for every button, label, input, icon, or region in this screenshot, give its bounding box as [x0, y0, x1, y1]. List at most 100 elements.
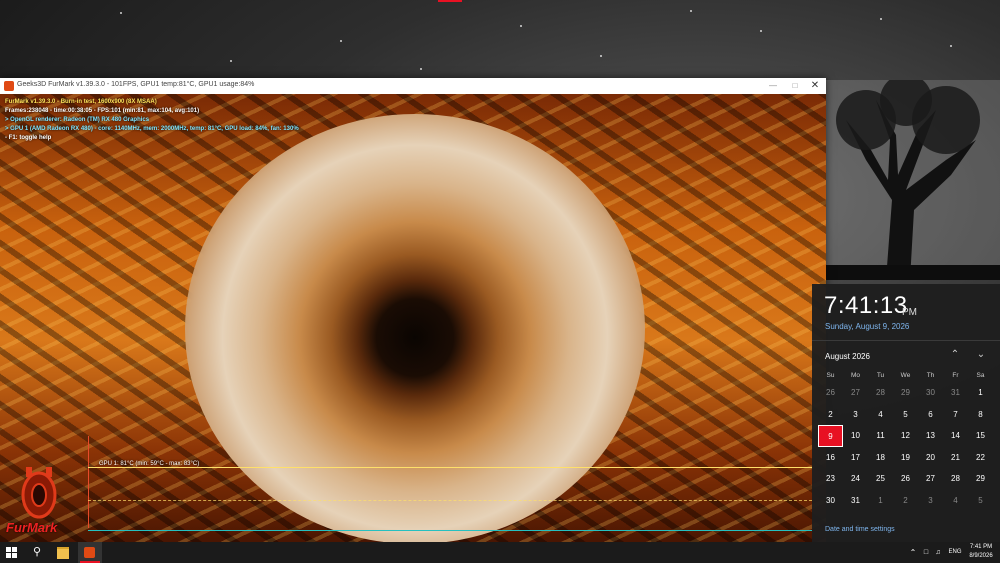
volume-icon[interactable]: ♫	[933, 542, 943, 563]
furmark-window[interactable]: Geeks3D FurMark v1.39.3.0 - 101FPS, GPU1…	[0, 78, 826, 542]
hud-help-line: - F1: toggle help	[5, 135, 52, 141]
temperature-graph-line	[88, 467, 812, 468]
calendar-week-row: 23 24 25 26 27 28 29	[818, 468, 993, 490]
calendar-day-today[interactable]: 9	[818, 425, 843, 447]
weekday-label: Sa	[976, 372, 985, 379]
furmark-taskbar-icon	[84, 547, 95, 558]
calendar-day[interactable]: 21	[943, 447, 968, 469]
show-hidden-icons-chevron-up-icon[interactable]: ⌃	[908, 542, 918, 563]
clock-calendar-flyout: 7:41:13 PM Sunday, August 9, 2026 August…	[812, 284, 1000, 542]
calendar-day[interactable]: 16	[818, 447, 843, 469]
flyout-divider	[812, 340, 1000, 341]
file-explorer-icon[interactable]	[57, 547, 69, 559]
calendar-day[interactable]: 4	[868, 404, 893, 426]
taskbar-clock[interactable]: 7:41 PM 8/9/2026	[966, 543, 996, 561]
search-icon[interactable]: ⚲	[31, 546, 43, 558]
taskbar: ⚲ ⌃ □ ♫ ENG 7:41 PM 8/9/2026	[0, 542, 1000, 563]
calendar-day[interactable]: 19	[893, 447, 918, 469]
calendar-day[interactable]: 1	[868, 490, 893, 512]
calendar-day[interactable]: 27	[843, 382, 868, 404]
calendar-day[interactable]: 10	[843, 425, 868, 447]
calendar-day[interactable]: 26	[818, 382, 843, 404]
windows-start-icon[interactable]	[6, 547, 17, 558]
network-icon[interactable]: □	[921, 542, 931, 563]
calendar-day[interactable]: 2	[893, 490, 918, 512]
taskbar-time: 7:41 PM	[969, 544, 993, 550]
hud-gpu-line: > GPU 1 (AMD Radeon RX 480) - core: 1140…	[5, 126, 299, 132]
calendar-week-row: 26 27 28 29 30 31 1	[818, 382, 993, 404]
calendar-day[interactable]: 30	[918, 382, 943, 404]
tree-silhouette	[826, 80, 1000, 280]
graph-baseline	[88, 530, 812, 531]
hud-title-line: FurMark v1.39.3.0 - Burn-in test, 1600x9…	[5, 99, 157, 105]
calendar-day[interactable]: 15	[968, 425, 993, 447]
calendar-day[interactable]: 4	[943, 490, 968, 512]
calendar-day[interactable]: 30	[818, 490, 843, 512]
clock-ampm: PM	[902, 307, 917, 318]
furmark-logo-text: FurMark	[6, 520, 58, 535]
calendar-day[interactable]: 31	[943, 382, 968, 404]
calendar-day[interactable]: 25	[868, 468, 893, 490]
calendar-day[interactable]: 24	[843, 468, 868, 490]
weekday-header: Su Mo Tu We Th Fr Sa	[818, 370, 993, 382]
calendar-day[interactable]: 11	[868, 425, 893, 447]
calendar-grid: Su Mo Tu We Th Fr Sa 26 27 28 29 30 31 1…	[818, 370, 993, 512]
calendar-day[interactable]: 3	[843, 404, 868, 426]
calendar-day[interactable]: 22	[968, 447, 993, 469]
weekday-label: Su	[826, 372, 835, 379]
calendar-day[interactable]: 31	[843, 490, 868, 512]
calendar-day[interactable]: 14	[943, 425, 968, 447]
calendar-day[interactable]: 2	[818, 404, 843, 426]
furmark-app-icon[interactable]	[4, 81, 14, 91]
calendar-day[interactable]: 28	[868, 382, 893, 404]
calendar-day[interactable]: 18	[868, 447, 893, 469]
hud-frames-line: Frames:238048 - time:00:38:05 - FPS:101 …	[5, 108, 200, 114]
calendar-week-row: 16 17 18 19 20 21 22	[818, 447, 993, 469]
weekday-label: Mo	[850, 372, 861, 379]
window-titlebar[interactable]: Geeks3D FurMark v1.39.3.0 - 101FPS, GPU1…	[0, 78, 826, 95]
calendar-week-row: 9 10 11 12 13 14 15	[818, 425, 993, 447]
weekday-label: Th	[926, 372, 935, 379]
minimize-button[interactable]: —	[766, 79, 780, 93]
calendar-day[interactable]: 6	[918, 404, 943, 426]
clock-time: 7:41:13	[824, 292, 908, 319]
top-accent-bar	[438, 0, 462, 2]
weekday-label: Tu	[876, 372, 885, 379]
window-title: Geeks3D FurMark v1.39.3.0 - 101FPS, GPU1…	[17, 81, 255, 88]
calendar-day[interactable]: 5	[968, 490, 993, 512]
calendar-month-label[interactable]: August 2026	[825, 352, 870, 361]
calendar-day[interactable]: 8	[968, 404, 993, 426]
taskbar-date: 8/9/2026	[969, 553, 993, 559]
calendar-day[interactable]: 29	[893, 382, 918, 404]
calendar-day[interactable]: 5	[893, 404, 918, 426]
calendar-day[interactable]: 28	[943, 468, 968, 490]
close-button[interactable]: ✕	[808, 79, 822, 93]
calendar-day[interactable]: 13	[918, 425, 943, 447]
clock-date-link[interactable]: Sunday, August 9, 2026	[825, 322, 909, 331]
maximize-button[interactable]: □	[788, 79, 802, 93]
calendar-day[interactable]: 26	[893, 468, 918, 490]
calendar-week-row: 30 31 1 2 3 4 5	[818, 490, 993, 512]
weekday-label: We	[900, 372, 911, 379]
calendar-day[interactable]: 23	[818, 468, 843, 490]
weekday-label: Fr	[952, 372, 959, 379]
calendar-day[interactable]: 7	[943, 404, 968, 426]
calendar-day[interactable]: 1	[968, 382, 993, 404]
input-language[interactable]: ENG	[946, 542, 964, 563]
taskbar-furmark-button[interactable]	[78, 542, 102, 563]
calendar-day[interactable]: 17	[843, 447, 868, 469]
gpu-temp-graph-label: GPU 1: 81°C (min: 59°C - max: 83°C)	[99, 461, 200, 467]
furmark-hud: FurMark v1.39.3.0 - Burn-in test, 1600x9…	[0, 94, 826, 542]
hud-renderer-line: > OpenGL renderer: Radeon (TM) RX 480 Gr…	[5, 117, 150, 123]
previous-month-chevron-up-icon[interactable]: ⌃	[948, 348, 962, 362]
calendar-day[interactable]: 3	[918, 490, 943, 512]
calendar-week-row: 2 3 4 5 6 7 8	[818, 404, 993, 426]
calendar-day[interactable]: 12	[893, 425, 918, 447]
calendar-day[interactable]: 20	[918, 447, 943, 469]
date-time-settings-link[interactable]: Date and time settings	[825, 526, 895, 533]
calendar-day[interactable]: 27	[918, 468, 943, 490]
next-month-chevron-down-icon[interactable]: ⌄	[974, 348, 988, 362]
graph-gridline	[88, 500, 812, 501]
calendar-day[interactable]: 29	[968, 468, 993, 490]
graph-axis	[88, 436, 89, 528]
